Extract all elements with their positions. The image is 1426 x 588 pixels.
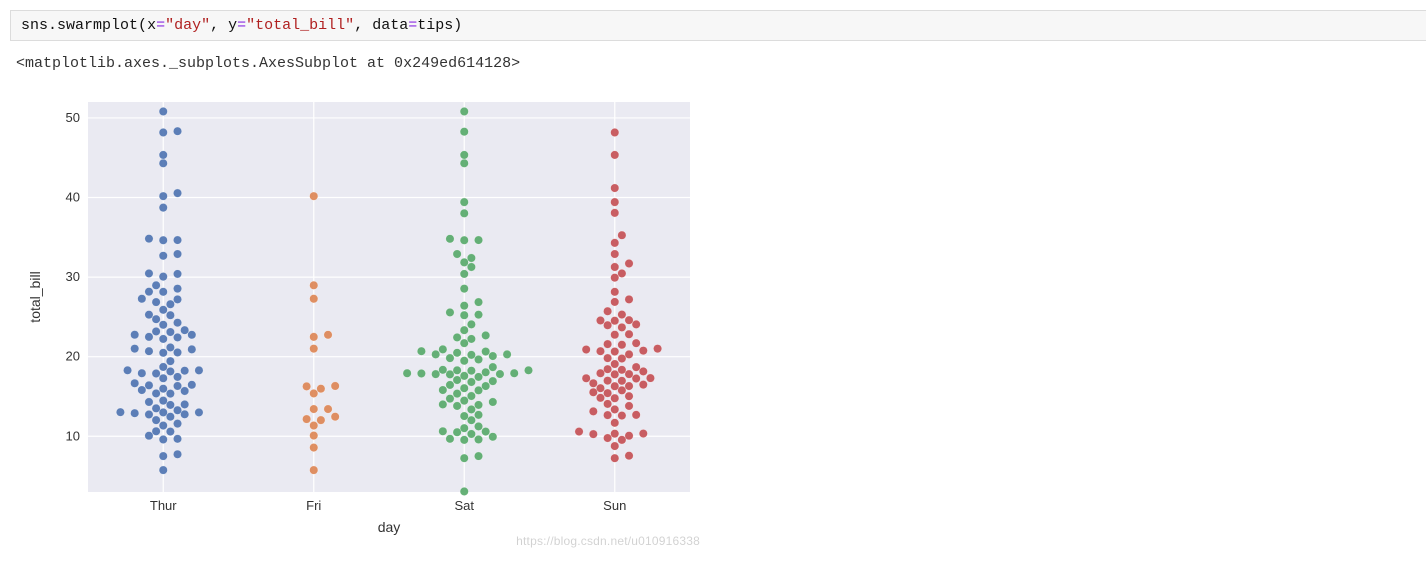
code-ykey: y [228,17,237,34]
code-eq1: = [156,17,165,34]
svg-text:total_bill: total_bill [27,271,43,322]
code-cell: sns.swarmplot(x="day", y="total_bill", d… [10,10,1426,41]
svg-text:30: 30 [66,269,80,284]
svg-text:20: 20 [66,349,80,364]
svg-text:40: 40 [66,190,80,205]
code-datakey: data [372,17,408,34]
svg-text:Fri: Fri [306,498,321,513]
svg-text:10: 10 [66,428,80,443]
code-close: ) [453,17,462,34]
code-eq3: = [408,17,417,34]
svg-text:Sat: Sat [454,498,474,513]
watermark: https://blog.csdn.net/u010916338 [516,534,700,548]
code-xkey: x [147,17,156,34]
svg-text:Sun: Sun [603,498,626,513]
code-func: swarmplot [57,17,138,34]
code-xval: "day" [165,17,210,34]
output-repr: <matplotlib.axes._subplots.AxesSubplot a… [10,53,1426,74]
code-dot: . [48,17,57,34]
code-yval: "total_bill" [246,17,354,34]
code-open: ( [138,17,147,34]
svg-text:50: 50 [66,110,80,125]
code-comma2: , [354,17,372,34]
code-eq2: = [237,17,246,34]
code-dataval: tips [417,17,453,34]
code-comma1: , [210,17,228,34]
svg-text:day: day [378,519,401,535]
swarmplot-chart: 10 20 30 40 50 Thur Fri Sat Sun day total_bill htt… [10,82,710,552]
code-module: sns [21,17,48,34]
svg-text:Thur: Thur [150,498,177,513]
